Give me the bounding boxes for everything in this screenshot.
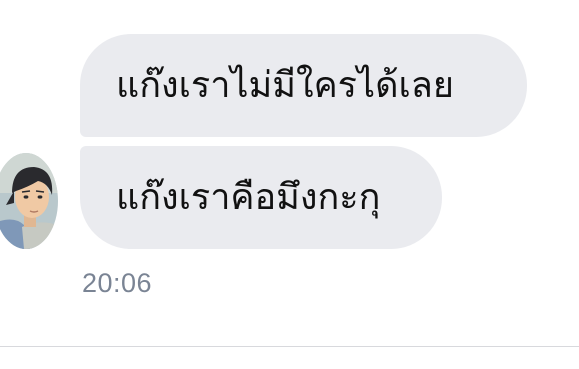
message-thread: แก๊งเราไม่มีใครได้เลย แก๊งเราคือมึงกะกุ … xyxy=(0,0,579,369)
sender-avatar[interactable] xyxy=(0,153,58,249)
avatar-illustration-icon xyxy=(0,153,58,249)
message-bubble[interactable]: แก๊งเราไม่มีใครได้เลย xyxy=(80,34,527,137)
message-text: แก๊งเราคือมึงกะกุ xyxy=(116,176,381,218)
message-bubble[interactable]: แก๊งเราคือมึงกะกุ xyxy=(80,146,442,249)
message-timestamp: 20:06 xyxy=(82,268,153,298)
divider xyxy=(0,346,579,347)
message-text: แก๊งเราไม่มีใครได้เลย xyxy=(116,64,454,106)
